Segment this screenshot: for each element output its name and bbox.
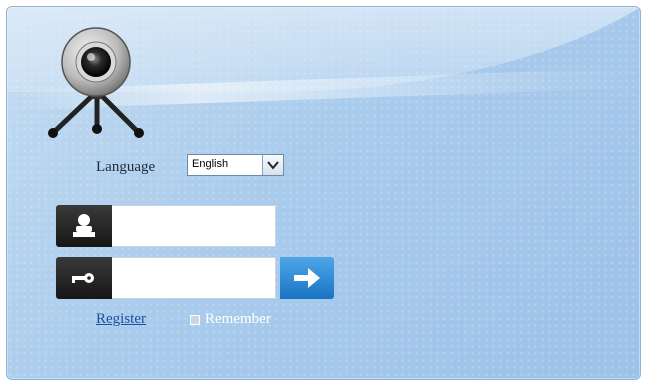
register-link[interactable]: Register — [96, 311, 146, 328]
language-selected-value: English — [192, 158, 229, 170]
username-field — [56, 205, 280, 247]
language-select[interactable]: English — [187, 154, 284, 176]
key-icon — [56, 257, 112, 299]
language-label: Language — [96, 159, 156, 175]
password-input[interactable] — [112, 257, 276, 299]
password-field — [56, 257, 280, 299]
username-input[interactable] — [112, 205, 276, 247]
arrow-right-icon — [294, 268, 320, 288]
remember-label[interactable]: Remember — [205, 311, 271, 328]
login-panel: Language English Register Remember — [6, 6, 641, 380]
user-icon — [56, 205, 112, 247]
remember-checkbox[interactable] — [190, 315, 200, 325]
login-submit-button[interactable] — [280, 257, 334, 299]
webcam-icon — [48, 27, 144, 138]
chevron-down-icon[interactable] — [262, 155, 283, 175]
